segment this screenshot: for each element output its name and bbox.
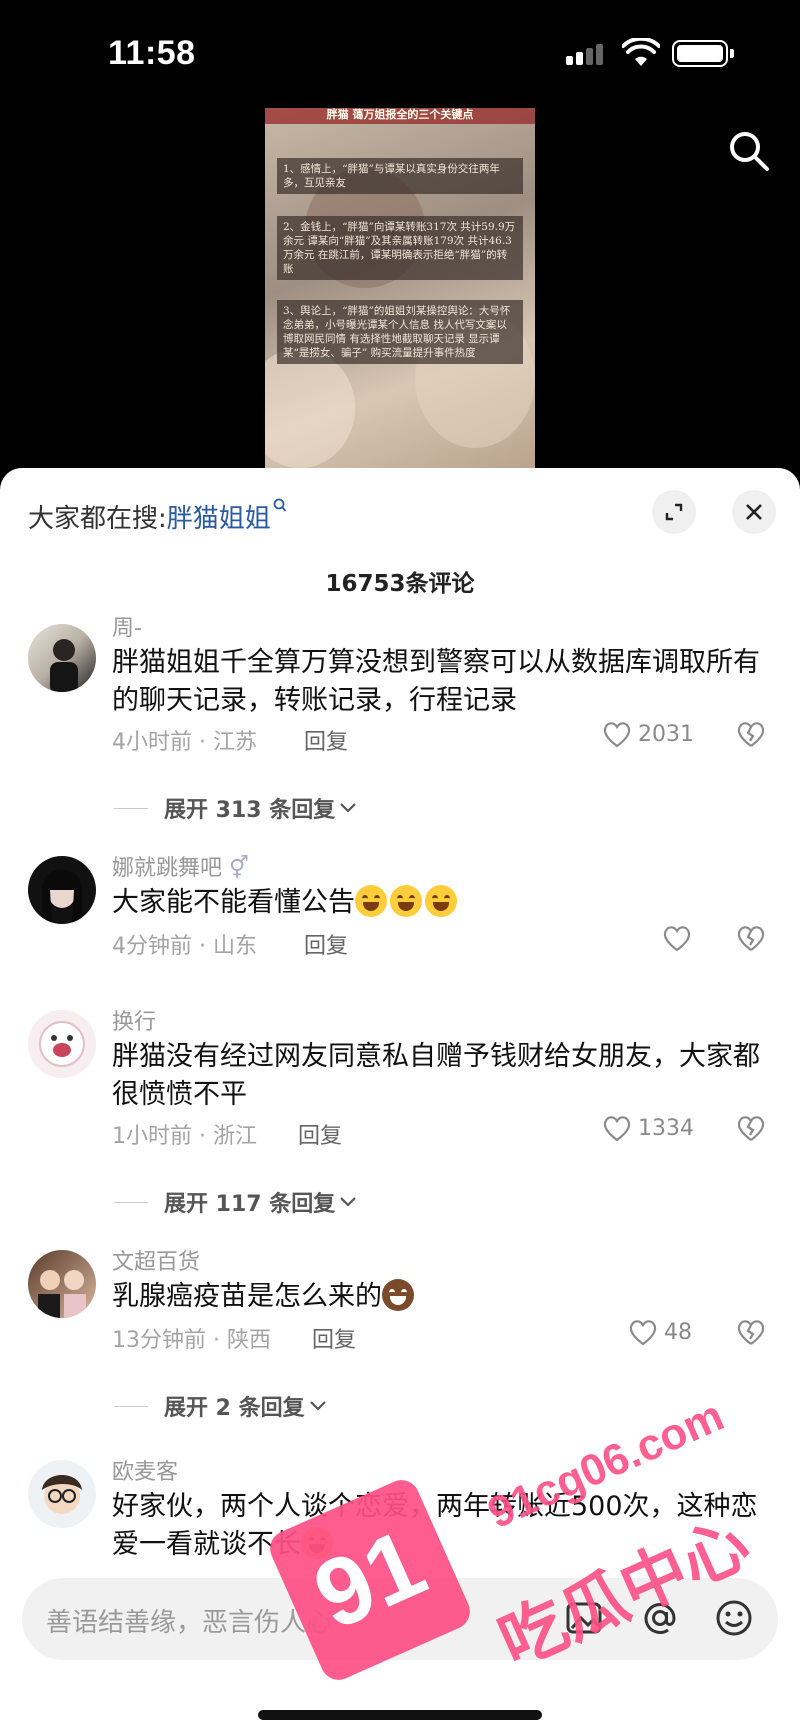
- like-button[interactable]: 2031: [602, 720, 694, 748]
- home-indicator[interactable]: [258, 1710, 542, 1720]
- cellular-signal-icon: [566, 44, 606, 65]
- expand-button[interactable]: [652, 490, 696, 534]
- chevron-down-icon: [340, 1197, 357, 1207]
- video-text-line: 3、舆论上，“胖猫”的姐姐刘某操控舆论：大号怀念弟弟，小号曝光谭某个人信息 找人…: [277, 300, 523, 364]
- heart-icon: [603, 722, 631, 748]
- expand-replies-label: 展开 313 条回复: [164, 798, 336, 823]
- comment-text: 好家伙，两个人谈个恋爱，两年转账近500次，这种恋爱一看就谈不长: [112, 1491, 758, 1560]
- heart-icon: [603, 1116, 631, 1142]
- comment-meta: 1小时前 · 浙江: [112, 1124, 257, 1149]
- like-count: 1334: [638, 1115, 694, 1141]
- chevron-down-icon: [309, 1401, 326, 1411]
- comment-input[interactable]: 善语结善缘，恶言伤人心: [22, 1578, 778, 1660]
- chevron-down-icon: [340, 803, 357, 813]
- like-button[interactable]: 1334: [602, 1114, 694, 1142]
- reply-button[interactable]: 回复: [312, 1322, 356, 1354]
- comment-username[interactable]: 周-: [112, 610, 142, 642]
- hot-search-keyword[interactable]: 胖猫姐姐: [167, 504, 271, 534]
- laughing-sweat-emoji-icon: [390, 885, 422, 917]
- shushing-emoji-icon: [301, 1527, 333, 1559]
- avatar[interactable]: [28, 1460, 96, 1528]
- comment-username[interactable]: 换行: [112, 1004, 156, 1036]
- heart-icon: [663, 926, 691, 952]
- expand-icon: [665, 503, 683, 521]
- laughing-sweat-emoji-icon: [355, 885, 387, 917]
- battery-icon: [672, 40, 734, 67]
- wifi-icon: [622, 38, 660, 66]
- avatar[interactable]: [28, 856, 96, 924]
- reply-button[interactable]: 回复: [304, 724, 348, 756]
- search-icon: [273, 498, 286, 512]
- laughing-sweat-emoji-icon: [425, 885, 457, 917]
- search-icon[interactable]: [728, 130, 770, 172]
- heart-icon: [629, 1320, 657, 1346]
- comment-username[interactable]: 文超百货: [112, 1244, 200, 1276]
- emoji-icon[interactable]: [714, 1598, 754, 1638]
- video-frame: 胖猫 蔼万姐报全的三个关键点 1、感情上，“胖猫”与谭某以真实身份交往两年多，互…: [265, 108, 535, 480]
- expand-replies-button[interactable]: 展开 313 条回复: [114, 792, 357, 824]
- close-button[interactable]: [732, 490, 776, 534]
- video-text-line: 1、感情上，“胖猫”与谭某以真实身份交往两年多，互见亲友: [277, 158, 523, 194]
- broken-heart-icon[interactable]: [736, 720, 766, 748]
- broken-heart-icon[interactable]: [736, 1114, 766, 1142]
- expand-replies-button[interactable]: 展开 117 条回复: [114, 1186, 357, 1218]
- expand-replies-button[interactable]: 展开 2 条回复: [114, 1390, 327, 1422]
- video-player[interactable]: 胖猫 蔼万姐报全的三个关键点 1、感情上，“胖猫”与谭某以真实身份交往两年多，互…: [0, 100, 800, 480]
- gender-icon: ⚥: [229, 856, 249, 881]
- comment-sheet: 大家都在搜:胖猫姐姐 16753条评论 周- 胖猫姐姐千全算万算没想到警察可以从…: [0, 468, 800, 1736]
- avatar[interactable]: [28, 1010, 96, 1078]
- hot-search-label: 大家都在搜:: [28, 504, 167, 534]
- comment-meta: 4小时前 · 江苏: [112, 730, 257, 755]
- comment-text: 胖猫没有经过网友同意私自赠予钱财给女朋友，大家都很愤愤不平: [112, 1041, 760, 1110]
- reply-button[interactable]: 回复: [304, 928, 348, 960]
- mention-icon[interactable]: [640, 1598, 680, 1638]
- comment-input-placeholder: 善语结善缘，恶言伤人心: [46, 1608, 333, 1638]
- comment-text: 乳腺癌疫苗是怎么来的: [112, 1278, 772, 1316]
- status-time: 11:58: [108, 34, 196, 72]
- expand-replies-label: 展开 117 条回复: [164, 1192, 336, 1217]
- expand-replies-label: 展开 2 条回复: [164, 1396, 305, 1421]
- comment-meta: 4分钟前 · 山东: [112, 934, 257, 959]
- poop-emoji-icon: [382, 1279, 414, 1311]
- reply-button[interactable]: 回复: [298, 1118, 342, 1150]
- comment-username[interactable]: 欧麦客: [112, 1454, 178, 1486]
- broken-heart-icon[interactable]: [736, 924, 766, 952]
- image-icon[interactable]: [564, 1598, 604, 1638]
- video-title-text: 胖猫 蔼万姐报全的三个关键点: [265, 108, 535, 124]
- hot-search[interactable]: 大家都在搜:胖猫姐姐: [28, 498, 287, 535]
- comment-text: 胖猫姐姐千全算万算没想到警察可以从数据库调取所有的聊天记录，转账记录，行程记录: [112, 647, 760, 716]
- like-count: 2031: [638, 721, 694, 747]
- close-icon: [746, 504, 762, 520]
- broken-heart-icon[interactable]: [736, 1318, 766, 1346]
- video-text-line: 2、金钱上，“胖猫”向谭某转账317次 共计59.9万余元 谭某向“胖猫”及其亲…: [277, 216, 523, 280]
- like-button[interactable]: 48: [628, 1318, 692, 1346]
- comment-username[interactable]: 娜就跳舞吧 ⚥: [112, 850, 249, 882]
- comment-text: 大家能不能看懂公告: [112, 884, 772, 922]
- avatar[interactable]: [28, 1250, 96, 1318]
- avatar[interactable]: [28, 624, 96, 692]
- comment-meta: 13分钟前 · 陕西: [112, 1328, 271, 1353]
- status-bar: 11:58: [0, 0, 800, 100]
- like-button[interactable]: [662, 924, 692, 952]
- comment-count: 16753条评论: [325, 571, 475, 597]
- like-count: 48: [664, 1319, 692, 1345]
